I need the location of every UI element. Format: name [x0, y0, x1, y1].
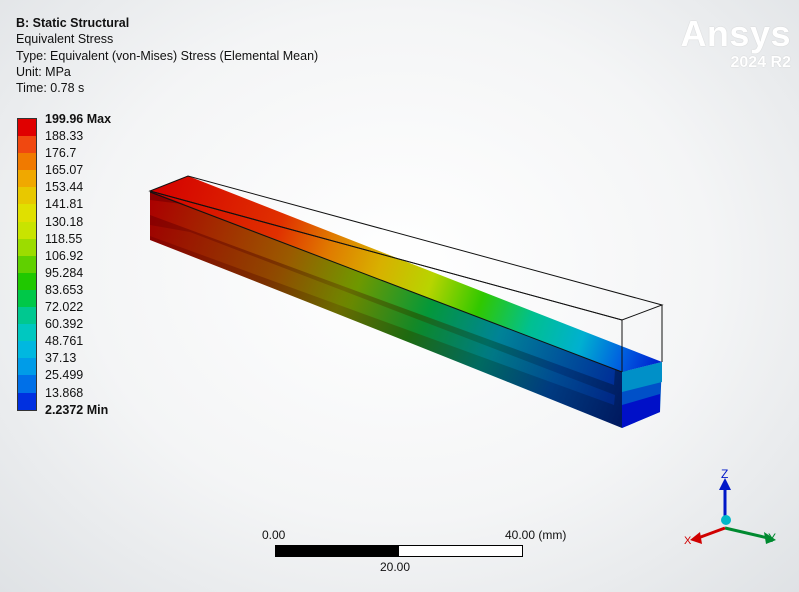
beam-side-band	[150, 200, 615, 385]
scale-bar-graphic	[275, 545, 523, 557]
x-axis-label: X	[684, 535, 692, 547]
scale-start-label: 0.00	[262, 528, 286, 542]
y-axis-label: Y	[768, 531, 776, 545]
beam-side-band-2	[150, 225, 615, 405]
x-axis-arrow	[690, 532, 702, 544]
scale-bar: 0.00 40.00 (mm) 20.00	[262, 528, 582, 578]
beam-top-face	[150, 176, 662, 372]
scale-mid-label: 20.00	[380, 560, 411, 574]
deformed-edge	[149, 191, 623, 373]
scale-end-label: 40.00 (mm)	[505, 528, 567, 542]
triad-origin	[721, 515, 731, 525]
z-axis-label: Z	[721, 467, 728, 481]
axis-triad[interactable]: Z Y X	[680, 460, 790, 560]
